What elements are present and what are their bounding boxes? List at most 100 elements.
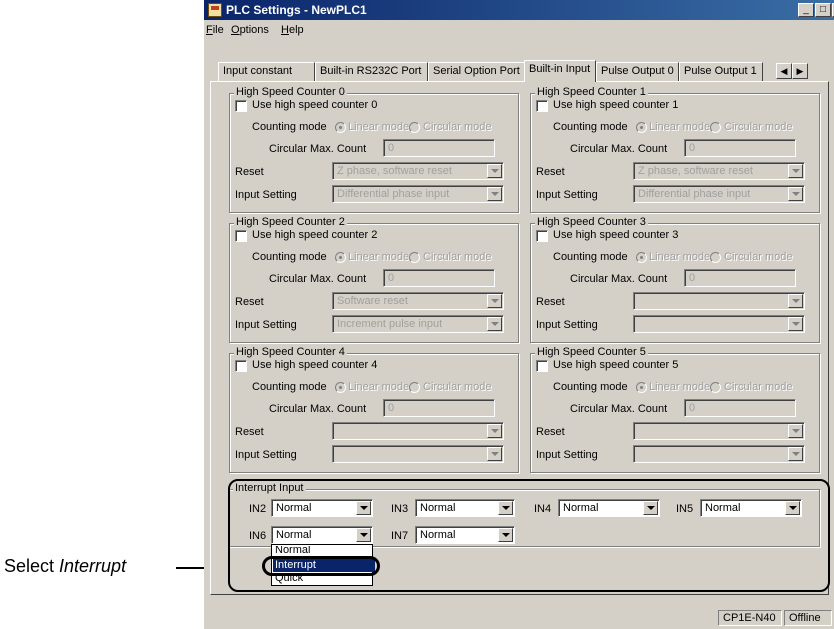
use-counter-4-checkbox[interactable] (235, 360, 247, 372)
linear-mode-radio[interactable] (636, 122, 647, 133)
chevron-down-icon[interactable] (788, 447, 803, 461)
linear-mode-radio[interactable] (335, 382, 346, 393)
input-setting-select[interactable] (633, 445, 805, 463)
circular-mode-radio[interactable] (409, 382, 420, 393)
circular-max-count-label: Circular Max. Count (269, 273, 367, 285)
chevron-down-icon[interactable] (487, 317, 502, 331)
reset-label: Reset (235, 166, 264, 178)
chevron-down-icon[interactable] (487, 164, 502, 178)
reset-select[interactable] (332, 422, 504, 440)
input-setting-label: Input Setting (235, 189, 297, 201)
linear-mode-radio[interactable] (335, 252, 346, 263)
use-counter-1-checkbox[interactable] (536, 100, 548, 112)
reset-select[interactable]: Software reset (332, 292, 504, 310)
chevron-down-icon[interactable] (487, 187, 502, 201)
circular-mode-label: Circular mode (724, 381, 793, 393)
chevron-down-icon[interactable] (487, 294, 502, 308)
reset-label: Reset (536, 166, 565, 178)
minimize-button[interactable]: _ (798, 3, 814, 17)
input-setting-label: Input Setting (536, 449, 598, 461)
reset-select[interactable] (633, 292, 805, 310)
linear-mode-label: Linear mode (649, 121, 711, 133)
circular-max-count-label: Circular Max. Count (570, 143, 668, 155)
linear-mode-label: Linear mode (348, 121, 410, 133)
tab-pulse-output-0[interactable]: Pulse Output 0 (596, 62, 679, 81)
tab-builtin-rs232c[interactable]: Built-in RS232C Port (315, 62, 428, 81)
chevron-down-icon[interactable] (788, 164, 803, 178)
circular-max-count-input[interactable]: 0 (684, 269, 796, 287)
circular-max-count-label: Circular Max. Count (570, 273, 668, 285)
chevron-down-icon[interactable] (487, 447, 502, 461)
circular-max-count-label: Circular Max. Count (269, 403, 367, 415)
tab-builtin-input[interactable]: Built-in Input (524, 60, 596, 82)
circular-mode-radio[interactable] (409, 252, 420, 263)
reset-select[interactable]: Z phase, software reset (633, 162, 805, 180)
tab-serial-option[interactable]: Serial Option Port (428, 62, 527, 81)
tab-input-constant[interactable]: Input constant (218, 62, 315, 81)
circular-mode-label: Circular mode (724, 251, 793, 263)
status-bar: CP1E-N40 Offline (204, 607, 834, 629)
linear-mode-radio[interactable] (636, 382, 647, 393)
use-counter-2-checkbox[interactable] (235, 230, 247, 242)
input-setting-select[interactable] (332, 445, 504, 463)
use-counter-5-checkbox[interactable] (536, 360, 548, 372)
circular-mode-label: Circular mode (423, 251, 492, 263)
counter-title: High Speed Counter 5 (535, 346, 648, 358)
circular-mode-radio[interactable] (710, 252, 721, 263)
counter-title: High Speed Counter 1 (535, 86, 648, 98)
circular-max-count-input[interactable]: 0 (684, 139, 796, 157)
reset-label: Reset (235, 296, 264, 308)
circular-max-count-input[interactable]: 0 (684, 399, 796, 417)
use-counter-label: Use high speed counter 1 (553, 99, 679, 111)
input-setting-select[interactable]: Increment pulse input (332, 315, 504, 333)
chevron-down-icon[interactable] (788, 424, 803, 438)
tab-strip: Input constant Built-in RS232C Port Seri… (204, 60, 834, 82)
circular-mode-label: Circular mode (423, 381, 492, 393)
linear-mode-label: Linear mode (348, 381, 410, 393)
tab-pulse-output-1[interactable]: Pulse Output 1 (679, 62, 763, 81)
counting-mode-label: Counting mode (553, 381, 628, 393)
status-mode: Offline (784, 610, 832, 626)
circular-mode-radio[interactable] (710, 382, 721, 393)
use-counter-3-checkbox[interactable] (536, 230, 548, 242)
use-counter-0-checkbox[interactable] (235, 100, 247, 112)
chevron-down-icon[interactable] (788, 187, 803, 201)
counting-mode-label: Counting mode (252, 251, 327, 263)
linear-mode-label: Linear mode (649, 251, 711, 263)
circular-mode-label: Circular mode (423, 121, 492, 133)
linear-mode-label: Linear mode (649, 381, 711, 393)
circular-mode-radio[interactable] (409, 122, 420, 133)
circular-max-count-input[interactable]: 0 (383, 269, 495, 287)
chevron-down-icon[interactable] (487, 424, 502, 438)
counting-mode-label: Counting mode (252, 381, 327, 393)
counting-mode-label: Counting mode (252, 121, 327, 133)
window-title: PLC Settings - NewPLC1 (226, 3, 367, 17)
counter-title: High Speed Counter 2 (234, 216, 347, 228)
circular-max-count-input[interactable]: 0 (383, 399, 495, 417)
reset-select[interactable] (633, 422, 805, 440)
input-setting-select[interactable] (633, 315, 805, 333)
circular-mode-radio[interactable] (710, 122, 721, 133)
use-counter-label: Use high speed counter 5 (553, 359, 679, 371)
use-counter-label: Use high speed counter 3 (553, 229, 679, 241)
tab-scroll-left-icon[interactable]: ◀ (776, 63, 792, 79)
menu-options[interactable]: Options (231, 24, 269, 36)
app-icon (208, 3, 222, 17)
tab-scroll-right-icon[interactable]: ▶ (792, 63, 808, 79)
maximize-button[interactable]: □ (815, 3, 831, 17)
chevron-down-icon[interactable] (788, 317, 803, 331)
title-bar: PLC Settings - NewPLC1 _ □ × (204, 0, 834, 20)
menu-help[interactable]: Help (281, 24, 304, 36)
menu-file[interactable]: File (206, 24, 224, 36)
counting-mode-label: Counting mode (553, 251, 628, 263)
circular-mode-label: Circular mode (724, 121, 793, 133)
input-setting-select[interactable]: Differential phase input (633, 185, 805, 203)
linear-mode-radio[interactable] (636, 252, 647, 263)
linear-mode-radio[interactable] (335, 122, 346, 133)
reset-label: Reset (536, 296, 565, 308)
circular-max-count-input[interactable]: 0 (383, 139, 495, 157)
input-setting-label: Input Setting (536, 189, 598, 201)
reset-select[interactable]: Z phase, software reset (332, 162, 504, 180)
chevron-down-icon[interactable] (788, 294, 803, 308)
input-setting-select[interactable]: Differential phase input (332, 185, 504, 203)
